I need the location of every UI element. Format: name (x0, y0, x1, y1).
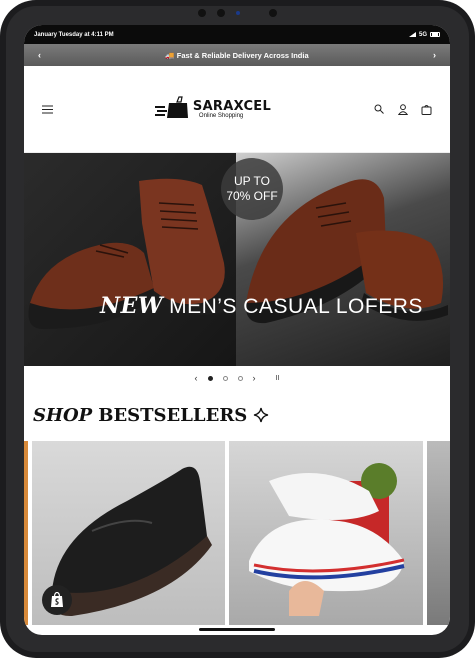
product-card[interactable] (229, 441, 423, 625)
sensor-icon (198, 9, 206, 17)
slider-pause-button[interactable]: II (276, 375, 280, 382)
shopify-chat-button[interactable] (42, 585, 72, 615)
white-sneaker-image (249, 463, 405, 616)
shopify-bag-icon (51, 592, 63, 607)
signal-icon (408, 32, 416, 37)
header-actions (372, 102, 434, 116)
menu-icon[interactable] (40, 102, 54, 116)
hero-image-left (24, 153, 236, 366)
slider-controls: ‹ › II (24, 366, 450, 390)
brown-shoe-image (28, 178, 226, 329)
hero-banner[interactable]: UP TO 70% OFF NEW MEN’S CASUAL LOFERS (24, 153, 450, 366)
sparkle-icon (254, 407, 269, 423)
logo-tagline: Online Shopping (198, 112, 244, 119)
announcement-prev-button[interactable]: ‹ (38, 50, 41, 60)
site-logo[interactable]: SARAXCEL Online Shopping (154, 96, 272, 122)
announcement-text: 🚚 Fast & Reliable Delivery Across India (165, 50, 309, 60)
sensor-icon (269, 9, 277, 17)
camera-bar (195, 8, 285, 18)
slider-dot-2[interactable] (222, 375, 228, 381)
product-card-partial[interactable] (24, 441, 28, 625)
sensor-icon (217, 9, 225, 17)
announcement-next-button[interactable]: › (433, 50, 436, 60)
slider-next-button[interactable]: › (253, 373, 256, 383)
network-label: 5G (418, 31, 427, 38)
badge-line1: UP TO (233, 174, 271, 188)
status-datetime: January Tuesday at 4:11 PM (34, 31, 114, 38)
logo-name: SARAXCEL (192, 98, 272, 114)
tablet-frame: January Tuesday at 4:11 PM 5G ‹ 🚚 Fast &… (0, 0, 475, 658)
hero-caption-prefix: NEW (100, 293, 164, 319)
camera-icon (236, 11, 240, 15)
search-icon[interactable] (372, 102, 386, 116)
site-header: SARAXCEL Online Shopping (24, 66, 450, 153)
product-carousel (24, 440, 450, 626)
account-icon[interactable] (396, 102, 410, 116)
section-title: SHOP BESTSELLERS (24, 390, 450, 440)
hero-caption: NEW MEN’S CASUAL LOFERS (100, 293, 423, 319)
screen: January Tuesday at 4:11 PM 5G ‹ 🚚 Fast &… (24, 25, 450, 635)
status-right: 5G (408, 31, 440, 38)
status-bar: January Tuesday at 4:11 PM 5G (24, 25, 450, 44)
slider-dot-1[interactable] (207, 375, 213, 381)
home-indicator (199, 628, 275, 631)
hero-caption-text: MEN’S CASUAL LOFERS (169, 295, 423, 318)
cart-icon[interactable] (420, 102, 434, 116)
section-title-rest: BESTSELLERS (98, 404, 248, 426)
slider-dot-3[interactable] (237, 375, 243, 381)
discount-badge: UP TO 70% OFF (221, 158, 283, 220)
badge-line2: 70% OFF (226, 189, 278, 203)
announcement-bar: ‹ 🚚 Fast & Reliable Delivery Across Indi… (24, 44, 450, 66)
slider-prev-button[interactable]: ‹ (195, 373, 198, 383)
battery-icon (430, 32, 440, 37)
product-card[interactable] (32, 441, 225, 625)
product-card-partial[interactable] (427, 441, 450, 625)
section-title-italic: SHOP (33, 404, 93, 426)
logo-mark-icon (154, 96, 188, 118)
